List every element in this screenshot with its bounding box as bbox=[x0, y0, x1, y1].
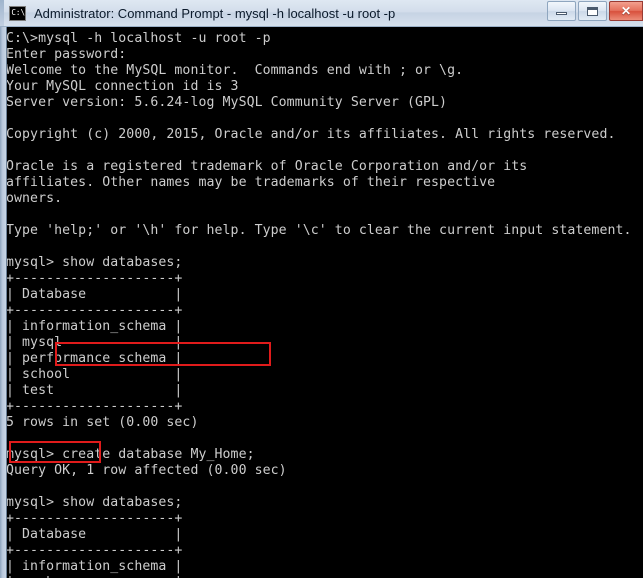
titlebar-edge-accent bbox=[0, 0, 4, 26]
maximize-button[interactable] bbox=[578, 1, 607, 21]
command-prompt-icon: C:\ bbox=[9, 5, 26, 21]
console-text: C:\>mysql -h localhost -u root -p Enter … bbox=[7, 31, 632, 578]
minimize-button[interactable] bbox=[547, 1, 576, 21]
command-prompt-icon-glyph: C:\ bbox=[11, 8, 26, 17]
console-output-area[interactable]: C:\>mysql -h localhost -u root -p Enter … bbox=[7, 28, 643, 578]
close-icon: ✕ bbox=[620, 4, 632, 18]
window-controls: ✕ bbox=[547, 1, 643, 25]
minimize-icon bbox=[556, 12, 567, 15]
command-prompt-window: C:\ Administrator: Command Prompt - mysq… bbox=[0, 0, 643, 578]
window-titlebar[interactable]: C:\ Administrator: Command Prompt - mysq… bbox=[0, 0, 643, 27]
close-button[interactable]: ✕ bbox=[609, 1, 643, 21]
maximize-icon bbox=[587, 6, 598, 16]
